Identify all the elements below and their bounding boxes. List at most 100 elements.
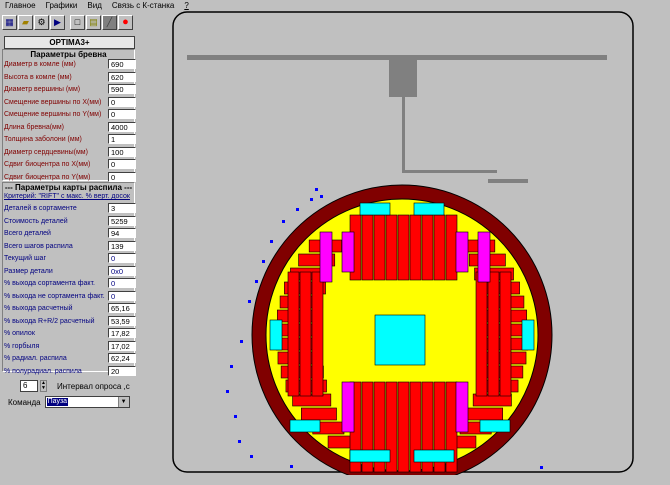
log-param-value[interactable]: 620 [108,71,136,82]
board [299,271,312,397]
cut-param-value[interactable]: 3 [108,203,136,213]
board [487,271,500,397]
open-icon[interactable]: ▰ [18,14,33,30]
cut-param-value[interactable]: 53,59 [108,315,136,326]
cut-param-value[interactable]: 5259 [108,215,136,226]
save-icon[interactable]: ▤ [86,14,101,30]
scatter-dot [282,220,285,223]
app-title: OPTIMA3+ [4,36,135,49]
log-param-row: Смещение вершины по Y(мм) 0 [4,109,136,120]
chevron-down-icon[interactable]: ▼ [117,397,129,407]
log-param-label: Диаметр сердцевины(мм) [4,148,88,156]
cut-param-value[interactable]: 17,02 [108,340,136,351]
log-param-label: Диаметр в комле (мм) [4,61,76,68]
cut-param-value[interactable]: 0 [108,253,136,263]
scatter-dot [226,390,229,393]
menu-item-main[interactable]: Главное [0,0,41,12]
interval-label: Интервал опроса ,с [57,381,130,391]
new-document-icon[interactable]: □ [70,14,85,30]
cut-param-label: % полурадиал. распила [4,367,82,375]
cut-param-value[interactable]: 0 [108,278,136,288]
board [385,214,398,281]
cut-param-row: Всего шагов распила 139 [4,240,136,252]
gear-icon[interactable]: ⚙ [34,14,49,30]
log-param-label: Смещение вершины по Y(мм) [4,111,102,118]
board [359,202,391,216]
menu-item-charts[interactable]: Графики [41,0,83,12]
cut-param-row: % опилок 17,82 [4,328,136,339]
board [455,231,469,273]
interval-spin-button[interactable]: ▲ ▼ [40,380,47,392]
log-param-value[interactable]: 0 [108,109,136,119]
cut-param-row: Всего деталей 94 [4,228,136,239]
log-param-label: Сдвиг биоцентра по X(мм) [4,161,91,168]
cut-param-value[interactable]: 20 [108,365,136,376]
log-param-value[interactable]: 0 [108,159,136,169]
scatter-dot [315,188,318,191]
board [311,271,324,397]
cut-param-label: Стоимость деталей [4,217,68,225]
log-param-value[interactable]: 1 [108,134,136,144]
log-param-row: Высота в комле (мм) 620 [4,71,136,83]
scatter-dot [230,365,233,368]
log-param-value[interactable]: 0 [108,96,136,107]
log-param-row: Диаметр вершины (мм) 590 [4,84,136,95]
interval-input[interactable]: 6 [20,380,38,392]
cut-param-value[interactable]: 65,16 [108,303,136,313]
cut-param-label: % опилок [4,330,35,337]
criterion-link[interactable]: Критерий: "RIFT" с макс. % верт. досок [4,192,135,202]
menu-item-machine-link[interactable]: Связь с К-станка [107,0,179,12]
log-param-label: Диаметр вершины (мм) [4,86,81,93]
command-select[interactable]: Пауза ▼ [44,396,130,408]
cut-param-row: % выхода не сортамента факт. 0 [4,290,136,302]
board [433,214,446,281]
cut-param-label: Всего деталей [4,230,51,237]
record-icon[interactable]: ● [118,14,133,30]
board [475,271,488,397]
log-param-row: Диаметр сердцевины(мм) 100 [4,146,136,158]
log-param-label: Смещение вершины по X(мм) [4,98,102,106]
run-icon[interactable]: ▶ [50,14,65,30]
cut-param-row: Стоимость деталей 5259 [4,215,136,227]
cut-param-label: % выхода сортамента факт. [4,280,95,287]
board [467,407,504,421]
log-param-label: Высота в комле (мм) [4,73,72,81]
table-icon[interactable]: ▦ [2,14,17,30]
stop-icon[interactable]: ╱ [102,14,117,30]
cut-param-value[interactable]: 0x0 [108,265,136,276]
board [341,381,355,433]
log-param-row: Длина бревна(мм) 4000 [4,121,136,133]
saw-carriage [389,55,417,97]
board [409,214,422,281]
scatter-dot [290,465,293,468]
left-panel: OPTIMA3+ Параметры бревна --- Параметры … [0,32,139,485]
scatter-dot [238,440,241,443]
cut-param-label: Деталей в сортаменте [4,205,77,212]
scatter-dot [248,300,251,303]
scatter-dot [320,195,323,198]
saw-blade [488,179,528,183]
log-param-value[interactable]: 690 [108,59,136,69]
menu-item-view[interactable]: Вид [82,0,106,12]
command-control: Команда Пауза ▼ [8,396,130,408]
saw-arm [402,97,405,172]
cut-param-value[interactable]: 17,82 [108,328,136,338]
board [397,214,410,281]
cut-param-value[interactable]: 0 [108,290,136,301]
cut-param-label: % горбыля [4,342,40,350]
cut-param-value[interactable]: 94 [108,228,136,238]
log-param-value[interactable]: 590 [108,84,136,94]
cut-param-label: % радиал. распила [4,355,67,362]
log-param-value[interactable]: 4000 [108,121,136,132]
log-param-value[interactable]: 0 [108,171,136,182]
scatter-dot [310,198,313,201]
cut-param-label: % выхода расчетный [4,305,73,312]
board [413,449,455,463]
log-param-value[interactable]: 100 [108,146,136,157]
board [269,319,283,351]
cut-param-row: % выхода расчетный 65,16 [4,303,136,314]
cut-param-value[interactable]: 139 [108,240,136,251]
board [341,231,355,273]
cut-param-value[interactable]: 62,24 [108,353,136,363]
log-param-row: Толщина заболони (мм) 1 [4,134,136,145]
